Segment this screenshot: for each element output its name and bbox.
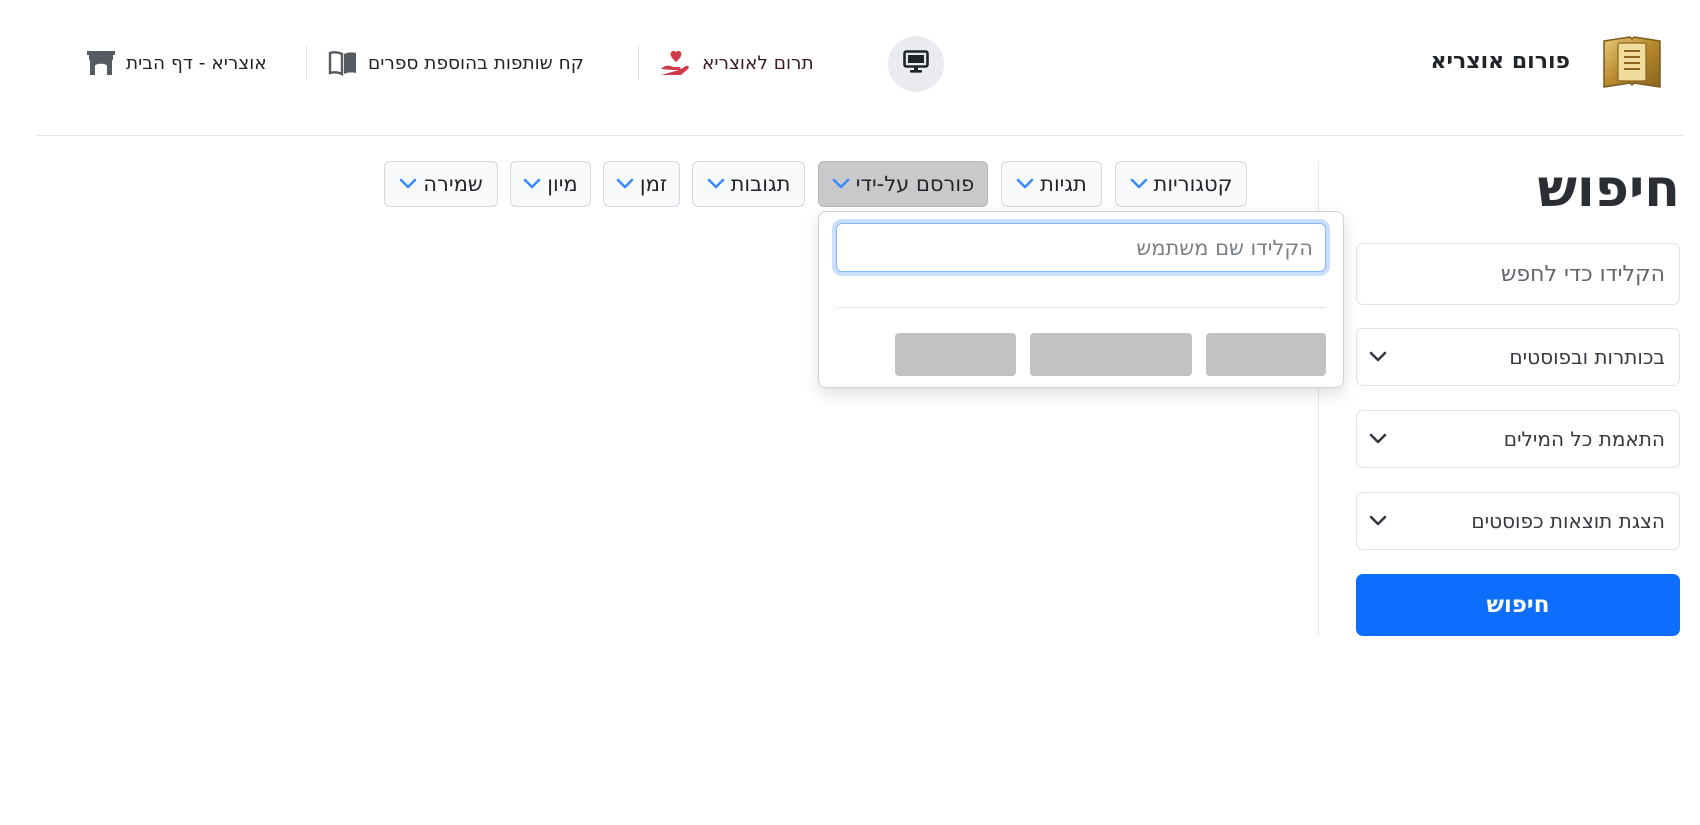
home-link-label: אוצריא - דף הבית	[126, 52, 267, 74]
filter-sort-button[interactable]: מיון	[510, 161, 591, 207]
select-value: בכותרות ובפוסטים	[1509, 345, 1665, 369]
filter-tags-button[interactable]: תגיות	[1001, 161, 1102, 207]
chevron-down-icon	[707, 178, 725, 190]
filter-categories-button[interactable]: קטגוריות	[1115, 161, 1247, 207]
hand-heart-icon	[660, 49, 692, 77]
chevron-down-icon	[1130, 178, 1148, 190]
chevron-down-icon	[399, 178, 417, 190]
chevron-down-icon	[616, 178, 634, 190]
select-value: התאמת כל המילים	[1503, 427, 1665, 451]
nav-divider	[638, 46, 639, 80]
chevron-down-icon	[1369, 351, 1387, 363]
filter-label: זמן	[639, 172, 668, 196]
posted-by-dropdown	[818, 211, 1344, 388]
chevron-down-icon	[523, 178, 541, 190]
books-link-label: קח שותפות בהוספת ספרים	[368, 52, 584, 74]
home-link[interactable]: אוצריא - דף הבית	[86, 46, 267, 80]
filter-save-button[interactable]: שמירה	[384, 161, 498, 207]
donate-link-label: תרום לאוצריא	[702, 52, 814, 74]
show-results-as-select[interactable]: הצגת תוצאות כפוסטים	[1356, 492, 1680, 550]
loading-placeholder	[1206, 333, 1326, 376]
filter-time-button[interactable]: זמן	[603, 161, 680, 207]
archway-icon	[86, 50, 116, 76]
filter-posted-by-button[interactable]: פורסם על-ידי	[818, 161, 988, 207]
search-keyword-input[interactable]	[1356, 243, 1680, 305]
chevron-down-icon	[832, 178, 850, 190]
header-divider	[37, 135, 1683, 136]
filter-label: קטגוריות	[1153, 172, 1233, 196]
filter-label: שמירה	[423, 172, 483, 196]
username-search-input[interactable]	[836, 223, 1326, 272]
filter-label: פורסם על-ידי	[855, 172, 975, 196]
loading-placeholder	[1030, 333, 1192, 376]
loading-placeholder	[895, 333, 1016, 376]
search-in-select[interactable]: בכותרות ובפוסטים	[1356, 328, 1680, 386]
filter-replies-button[interactable]: תגובות	[692, 161, 805, 207]
donate-link[interactable]: תרום לאוצריא	[660, 46, 814, 80]
monitor-icon	[903, 50, 929, 78]
filter-label: תגיות	[1040, 172, 1087, 196]
search-submit-button[interactable]: חיפוש	[1356, 574, 1680, 636]
chevron-down-icon	[1016, 178, 1034, 190]
match-words-select[interactable]: התאמת כל המילים	[1356, 410, 1680, 468]
nav-divider	[306, 46, 307, 80]
books-partnership-link[interactable]: קח שותפות בהוספת ספרים	[328, 46, 584, 80]
dropdown-divider	[836, 307, 1326, 308]
chevron-down-icon	[1369, 515, 1387, 527]
select-value: הצגת תוצאות כפוסטים	[1471, 509, 1665, 533]
page-title: חיפוש	[1537, 159, 1680, 219]
theme-toggle-button[interactable]	[888, 36, 944, 92]
brand-title[interactable]: פורום אוצריא	[1400, 44, 1570, 80]
filter-label: תגובות	[730, 172, 791, 196]
filter-label: מיון	[547, 172, 578, 196]
chevron-down-icon	[1369, 433, 1387, 445]
top-header: פורום אוצריא תרום לאוצריא קח שותפות בהוס…	[0, 0, 1700, 136]
book-logo-icon[interactable]	[1600, 33, 1664, 93]
open-book-icon	[328, 50, 358, 76]
